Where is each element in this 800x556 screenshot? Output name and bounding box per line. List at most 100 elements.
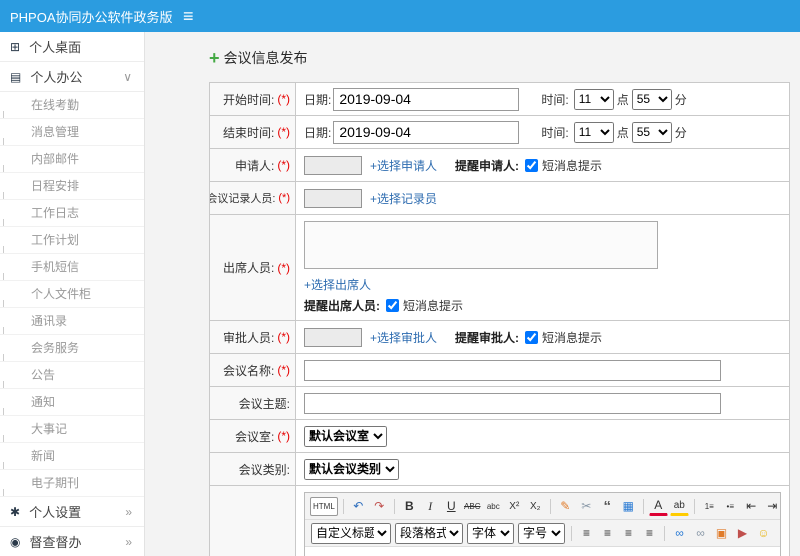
italic-icon[interactable]: I (421, 497, 440, 516)
sidebar-item-message-management[interactable]: 消息管理 (0, 119, 144, 146)
undo-icon[interactable]: ↶ (349, 497, 368, 516)
outdent-icon[interactable]: ⇤ (742, 497, 761, 516)
paragraph-format-select[interactable]: 段落格式 (395, 522, 463, 544)
image-icon[interactable]: ▣ (712, 524, 731, 543)
form-row-meeting-category: 会议类别: 默认会议类别 (210, 453, 789, 486)
approver-sms-checkbox[interactable] (525, 330, 539, 344)
attendees-label: 出席人员: (222, 261, 275, 275)
menu-toggle-icon[interactable]: ≡ (183, 7, 194, 25)
align-justify-icon[interactable]: ≡ (640, 524, 659, 543)
superscript-icon[interactable]: X² (505, 497, 524, 516)
editor-toolbar-row1: HTML ↶ ↷ B I U ABC abc X² X₂ ✎ ✂ “ ▦ A a… (305, 493, 780, 520)
editor-label-cell (210, 486, 296, 556)
page-title-text: 会议信息发布 (223, 50, 308, 66)
start-hour-select[interactable]: 11 (573, 88, 614, 110)
form-row-approver: 审批人员: (*) +选择审批人 提醒审批人: 短消息提示 (210, 321, 789, 354)
select-applicant-link[interactable]: +选择申请人 (370, 157, 437, 174)
attendees-textarea[interactable] (304, 221, 658, 269)
unlink-icon[interactable]: ∞ (691, 524, 710, 543)
attendees-sms-checkbox[interactable] (386, 299, 399, 312)
format-painter-icon[interactable]: ✎ (556, 497, 575, 516)
align-left-icon[interactable]: ≡ (577, 524, 596, 543)
select-attendees-link[interactable]: +选择出席人 (304, 276, 371, 293)
sidebar-item-desktop[interactable]: ⊞ 个人桌面 (0, 32, 144, 62)
sidebar-item-work-plan[interactable]: 工作计划 (0, 227, 144, 254)
applicant-sms-checkbox[interactable] (525, 158, 539, 172)
cut-icon[interactable]: ✂ (577, 497, 596, 516)
unordered-list-icon[interactable]: •≡ (721, 497, 740, 516)
subscript-icon[interactable]: X₂ (526, 497, 545, 516)
sidebar-item-announcement[interactable]: 公告 (0, 362, 144, 389)
sidebar-item-file-cabinet[interactable]: 个人文件柜 (0, 281, 144, 308)
add-icon: + (209, 48, 220, 68)
select-approver-link[interactable]: +选择审批人 (370, 329, 437, 346)
end-date-input[interactable] (333, 120, 520, 144)
meeting-category-select[interactable]: 默认会议类别 (304, 458, 399, 480)
chevron-right-icon: » (125, 534, 132, 549)
sidebar-item-work-log[interactable]: 工作日志 (0, 200, 144, 227)
sidebar-item-news[interactable]: 新闻 (0, 443, 144, 470)
media-icon[interactable]: ▶ (733, 524, 752, 543)
end-minute-select[interactable]: 55 (631, 121, 672, 143)
emoticon-icon[interactable]: ☺ (754, 524, 773, 543)
form-row-editor: HTML ↶ ↷ B I U ABC abc X² X₂ ✎ ✂ “ ▦ A a… (210, 486, 789, 556)
link-icon[interactable]: ∞ (670, 524, 689, 543)
sidebar-item-notice[interactable]: 通知 (0, 389, 144, 416)
strikethrough-icon[interactable]: ABC (463, 497, 482, 516)
sidebar-item-internal-mail[interactable]: 内部邮件 (0, 146, 144, 173)
form-row-end-time: 结束时间: (*) 日期: 时间: 11 点 55 分 (210, 116, 789, 149)
toolbar-separator (664, 525, 665, 541)
editor-content-area[interactable] (305, 547, 780, 556)
underline-icon[interactable]: U (442, 497, 461, 516)
align-center-icon[interactable]: ≡ (598, 524, 617, 543)
sidebar-item-contacts[interactable]: 通讯录 (0, 308, 144, 335)
spellcheck-icon[interactable]: abc (484, 497, 503, 516)
table-icon[interactable]: ⊞ (775, 524, 780, 543)
sidebar-item-label: 个人桌面 (29, 40, 82, 55)
highlight-color-icon[interactable]: ab (669, 497, 689, 516)
select-recorder-link[interactable]: +选择记录员 (370, 190, 437, 207)
source-code-button[interactable]: HTML (310, 496, 338, 516)
heading-style-select[interactable]: 自定义标题 (311, 522, 391, 544)
chevron-down-icon: ∨ (123, 69, 132, 84)
sidebar-item-meeting-service[interactable]: 会务服务 (0, 335, 144, 362)
blockquote-icon[interactable]: “ (598, 497, 617, 516)
required-marker: (*) (277, 363, 290, 377)
meeting-name-input[interactable] (304, 359, 721, 381)
sidebar-item-office[interactable]: ▤ 个人办公 ∨ (0, 62, 144, 92)
end-hour-select[interactable]: 11 (573, 121, 614, 143)
redo-icon[interactable]: ↷ (370, 497, 389, 516)
start-minute-select[interactable]: 55 (631, 88, 672, 110)
ordered-list-icon[interactable]: 1≡ (700, 497, 719, 516)
sidebar-item-schedule[interactable]: 日程安排 (0, 173, 144, 200)
meeting-room-select[interactable]: 默认会议室 (304, 425, 387, 447)
hour-unit-label: 点 (616, 125, 629, 140)
approver-input[interactable] (304, 327, 362, 347)
applicant-input[interactable] (304, 155, 362, 175)
sidebar-item-supervision[interactable]: ◉ 督查督办 » (0, 527, 144, 556)
approver-label: 审批人员: (222, 330, 275, 345)
bold-icon[interactable]: B (400, 497, 419, 516)
sidebar-item-label: 督查督办 (29, 535, 82, 550)
meeting-subject-input[interactable] (304, 392, 721, 414)
recorder-input[interactable] (304, 188, 362, 208)
form-row-recorder: 会议记录人员: (*) +选择记录员 (210, 182, 789, 215)
sidebar-item-memorabilia[interactable]: 大事记 (0, 416, 144, 443)
sidebar-item-settings[interactable]: ✱ 个人设置 » (0, 497, 144, 527)
font-size-select[interactable]: 字号 (518, 522, 565, 544)
sms-hint-label: 短消息提示 (403, 299, 464, 313)
toolbar-separator (549, 498, 551, 514)
font-color-icon[interactable]: A (648, 497, 668, 516)
align-right-icon[interactable]: ≡ (619, 524, 638, 543)
sidebar-item-online-attendance[interactable]: 在线考勤 (0, 92, 144, 119)
sms-hint-label: 短消息提示 (542, 330, 603, 345)
editor-toolbar-row2: 自定义标题 段落格式 字体 字号 ≡ ≡ ≡ ≡ ∞ ∞ ▣ ▶ ☺ (305, 520, 780, 547)
sidebar-item-e-journal[interactable]: 电子期刊 (0, 470, 144, 497)
start-date-input[interactable] (333, 87, 520, 111)
template-icon[interactable]: ▦ (619, 497, 638, 516)
sidebar-item-mobile-sms[interactable]: 手机短信 (0, 254, 144, 281)
indent-icon[interactable]: ⇥ (763, 497, 780, 516)
font-family-select[interactable]: 字体 (467, 522, 514, 544)
form-row-meeting-name: 会议名称: (*) (210, 354, 789, 387)
toolbar-separator (393, 498, 395, 514)
